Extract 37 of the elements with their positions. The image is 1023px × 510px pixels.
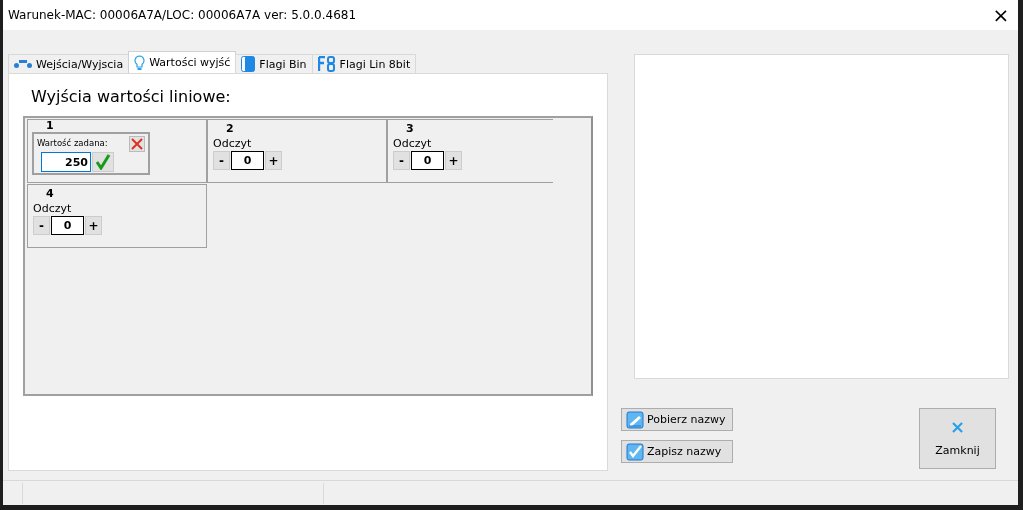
- close-button[interactable]: ×: [984, 0, 1018, 30]
- decrement-button[interactable]: -: [213, 151, 230, 170]
- decrement-button[interactable]: -: [33, 216, 50, 235]
- increment-button[interactable]: +: [85, 216, 102, 235]
- reading-label: Odczyt: [393, 137, 433, 150]
- decrement-button[interactable]: -: [393, 151, 410, 170]
- edit-icon: [626, 442, 644, 461]
- section-heading: Wyjścia wartości liniowe:: [31, 87, 232, 106]
- close-icon: [131, 138, 143, 150]
- names-button[interactable]: Pobierz nazwy: [621, 408, 733, 431]
- value-field[interactable]: 0: [231, 151, 264, 170]
- tab[interactable]: Wartości wyjść: [128, 51, 237, 73]
- increment-button[interactable]: +: [445, 151, 462, 170]
- f8-icon: [317, 56, 336, 72]
- popup-label: Wartość zadana:: [37, 138, 108, 148]
- output-number: 4: [46, 188, 55, 202]
- value-field[interactable]: 0: [411, 151, 444, 170]
- output-number: 2: [226, 123, 235, 137]
- value-field[interactable]: 0: [51, 216, 84, 235]
- names-button[interactable]: Zapisz nazwy: [621, 440, 733, 463]
- close-dialog-button[interactable]: × Zamknij: [919, 408, 996, 469]
- lightbulb-icon: [134, 54, 146, 71]
- cancel-button[interactable]: [129, 136, 145, 152]
- value-input[interactable]: 250: [41, 152, 91, 172]
- confirm-button[interactable]: [92, 152, 114, 172]
- dots-icon: [14, 60, 32, 68]
- tab[interactable]: Flagi Lin 8bit: [311, 54, 417, 73]
- output-number: 1: [46, 120, 55, 134]
- reading-label: Odczyt: [213, 137, 253, 150]
- edit-icon: [626, 410, 644, 429]
- output-number: 3: [406, 123, 415, 137]
- tab[interactable]: Wejścia/Wyjscia: [8, 54, 130, 73]
- increment-button[interactable]: +: [265, 151, 282, 170]
- window-title: Warunek-MAC: 00006A7A/LOC: 00006A7A ver: 5.0.0.4681: [8, 8, 357, 22]
- reading-label: Odczyt: [33, 202, 73, 215]
- checkmark-icon: [95, 154, 111, 170]
- tab[interactable]: Flagi Bin: [235, 54, 313, 73]
